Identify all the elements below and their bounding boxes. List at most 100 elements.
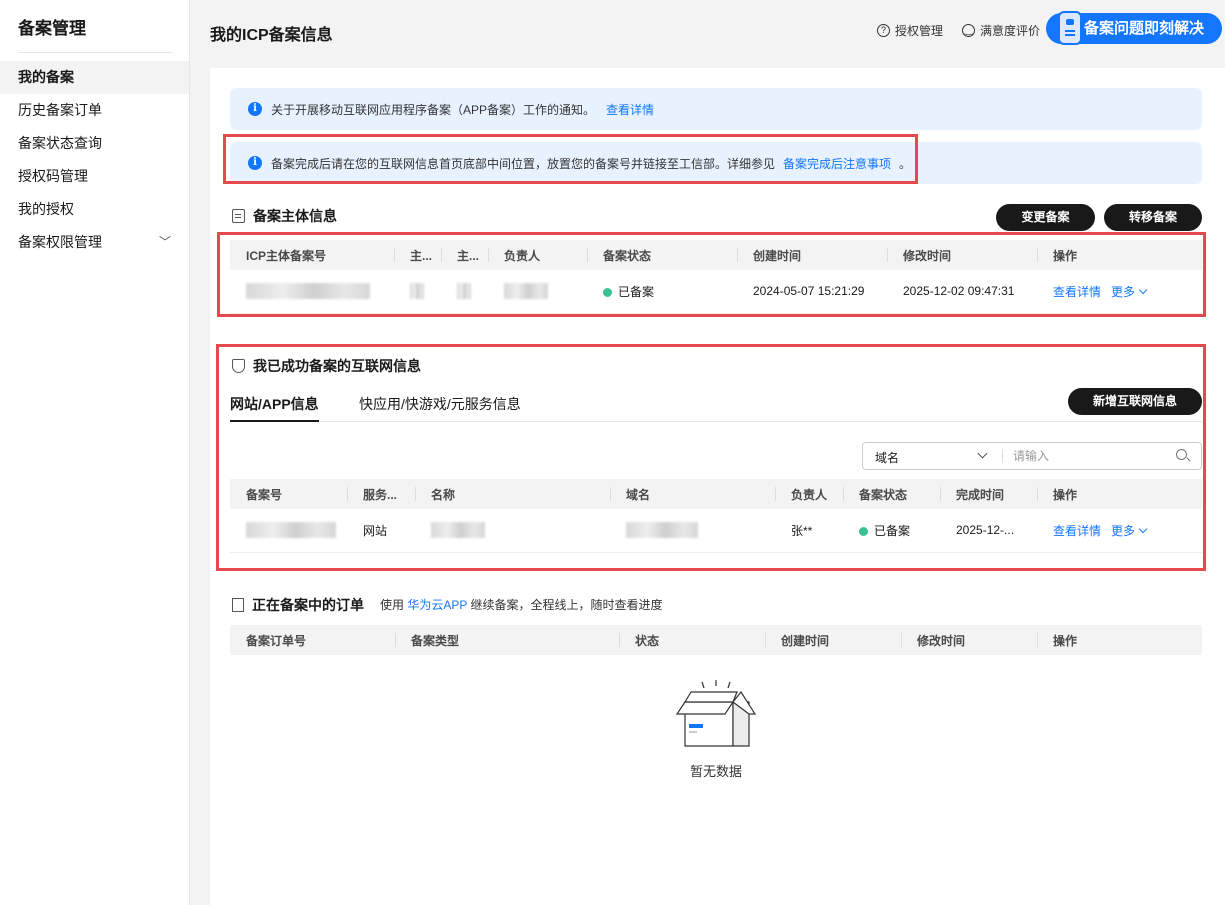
search-separator: [1002, 449, 1003, 463]
sidebar-item-history-orders[interactable]: 历史备案订单: [0, 94, 189, 127]
change-filing-button[interactable]: 变更备案: [996, 204, 1095, 231]
column-header: 备案状态: [843, 479, 940, 509]
sidebar-item-status-query[interactable]: 备案状态查询: [0, 127, 189, 160]
notice-app-filing: i 关于开展移动互联网应用程序备案（APP备案）工作的通知。 查看详情: [230, 88, 1202, 130]
masked-filing-number: [230, 270, 394, 314]
subject-section-title-text: 备案主体信息: [253, 208, 337, 224]
table-row: 已备案 2024-05-07 15:21:29 2025-12-02 09:47…: [230, 270, 1202, 314]
orders-section-title-text: 正在备案中的订单: [252, 597, 364, 613]
add-internet-info-button[interactable]: 新增互联网信息: [1068, 388, 1202, 415]
transfer-filing-button[interactable]: 转移备案: [1104, 204, 1202, 231]
orders-subtitle: 使用 华为云APP 继续备案，全程线上，随时查看进度: [380, 596, 663, 613]
orders-sub-prefix: 使用: [380, 598, 405, 612]
internet-section-title-text: 我已成功备案的互联网信息: [253, 358, 421, 374]
status-cell: 已备案: [587, 270, 737, 314]
auth-management-label: 授权管理: [895, 24, 944, 38]
column-header: 主...: [394, 240, 441, 270]
notice-after-filing-link[interactable]: 备案完成后注意事项: [783, 155, 891, 172]
status-dot: [859, 526, 868, 536]
notice-suffix: 。: [899, 156, 912, 171]
column-header: 完成时间: [940, 479, 1037, 509]
sidebar-item-auth-code[interactable]: 授权码管理: [0, 160, 189, 193]
sidebar-title: 备案管理: [18, 19, 86, 38]
search-type-select[interactable]: 域名: [875, 449, 899, 466]
auth-management-link[interactable]: ? 授权管理: [877, 22, 943, 39]
completed-time: 2025-12-...: [940, 509, 1037, 553]
more-dropdown[interactable]: 更多: [1111, 523, 1148, 538]
subject-section-title: 备案主体信息: [232, 206, 337, 226]
column-header: 备案订单号: [230, 625, 395, 655]
column-header: 修改时间: [887, 240, 1037, 270]
status-badge: 已备案: [618, 284, 655, 299]
sidebar-divider: [18, 52, 173, 53]
sidebar: 备案管理 我的备案 历史备案订单 备案状态查询 授权码管理 我的授权 备案权限管…: [0, 0, 190, 905]
column-header: 域名: [610, 479, 775, 509]
robot-icon: [1058, 11, 1082, 45]
main-panel: i 关于开展移动互联网应用程序备案（APP备案）工作的通知。 查看详情 i 备案…: [210, 68, 1225, 905]
more-dropdown[interactable]: 更多: [1111, 285, 1148, 299]
masked-name: [415, 509, 610, 553]
orders-section-title: 正在备案中的订单: [232, 595, 364, 615]
tab-quick-app[interactable]: 快应用/快游戏/元服务信息: [359, 394, 521, 422]
column-header: 服务...: [347, 479, 415, 509]
table-header-row: 备案订单号 备案类型 状态 创建时间 修改时间 操作: [230, 625, 1202, 655]
masked-cell: [441, 270, 488, 314]
notice-text: 备案完成后请在您的互联网信息首页底部中间位置，放置您的备案号并链接至工信部。详细…: [271, 156, 776, 171]
masked-filing-number: [230, 509, 347, 553]
search-icon[interactable]: [1176, 449, 1187, 460]
column-header: 创建时间: [765, 625, 901, 655]
column-header: 操作: [1037, 240, 1202, 270]
notice-detail-link[interactable]: 查看详情: [606, 101, 654, 118]
info-icon: i: [248, 102, 262, 116]
tab-bar: 网站/APP信息 快应用/快游戏/元服务信息: [230, 394, 1202, 422]
sidebar-item-my-filings[interactable]: 我的备案: [0, 61, 189, 94]
building-icon: [232, 598, 244, 612]
smile-icon: ‿: [962, 24, 975, 37]
help-button[interactable]: 备案问题即刻解决: [1046, 11, 1222, 45]
chevron-down-icon[interactable]: [977, 448, 988, 459]
column-header: 操作: [1037, 479, 1202, 509]
shield-icon: [232, 359, 245, 373]
column-header: 名称: [415, 479, 610, 509]
created-time: 2024-05-07 15:21:29: [737, 270, 887, 314]
column-header: 操作: [1037, 625, 1202, 655]
owner: 张**: [775, 509, 843, 553]
service-type: 网站: [347, 509, 415, 553]
column-header: 备案状态: [587, 240, 737, 270]
chevron-down-icon: ﹀: [158, 235, 171, 249]
page-title: 我的ICP备案信息: [210, 27, 333, 44]
status-dot: [603, 287, 612, 297]
table-header-row: ICP主体备案号 主... 主... 负责人 备案状态 创建时间 修改时间 操作: [230, 240, 1202, 270]
huawei-cloud-app-link[interactable]: 华为云APP: [407, 598, 467, 612]
satisfaction-label: 满意度评价: [980, 24, 1041, 38]
column-header: 负责人: [488, 240, 587, 270]
empty-box-icon: [675, 674, 757, 753]
document-icon: [232, 209, 245, 223]
column-header: 备案号: [230, 479, 347, 509]
internet-section-title: 我已成功备案的互联网信息: [232, 356, 421, 376]
info-icon: i: [248, 156, 262, 170]
modified-time: 2025-12-02 09:47:31: [887, 270, 1037, 314]
column-header: 备案类型: [395, 625, 619, 655]
view-details-link[interactable]: 查看详情: [1053, 285, 1101, 299]
chevron-down-icon: [1138, 285, 1148, 294]
search-input[interactable]: [1013, 447, 1163, 465]
empty-state-text: 暂无数据: [689, 764, 742, 779]
view-details-link[interactable]: 查看详情: [1053, 524, 1101, 538]
more-label: 更多: [1111, 523, 1136, 538]
subject-table: ICP主体备案号 主... 主... 负责人 备案状态 创建时间 修改时间 操作…: [230, 240, 1202, 314]
satisfaction-link[interactable]: ‿ 满意度评价: [962, 22, 1040, 39]
status-cell: 已备案: [843, 509, 940, 553]
column-header: 负责人: [775, 479, 843, 509]
table-row: 网站 张** 已备案 2025-12-... 查看详情 更多: [230, 509, 1202, 553]
sidebar-item-my-auth[interactable]: 我的授权: [0, 193, 189, 226]
masked-owner: [488, 270, 587, 314]
sidebar-item-permission[interactable]: 备案权限管理 ﹀: [0, 226, 189, 259]
actions-cell: 查看详情 更多: [1037, 270, 1202, 314]
sidebar-item-label: 备案权限管理: [18, 234, 102, 250]
column-header: 修改时间: [901, 625, 1037, 655]
masked-domain: [610, 509, 775, 553]
tab-website-app[interactable]: 网站/APP信息: [230, 394, 319, 422]
column-header: 创建时间: [737, 240, 887, 270]
search-bar: 域名: [862, 442, 1202, 470]
